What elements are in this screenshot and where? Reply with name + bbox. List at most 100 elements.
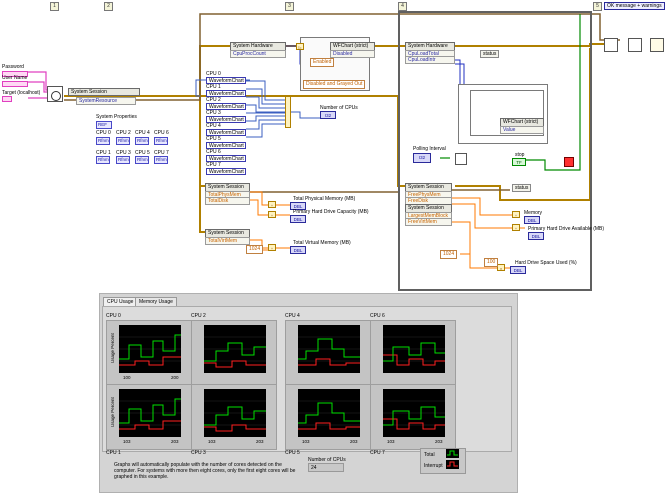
prop-cpu2-ref[interactable]: Rfnm	[116, 137, 130, 145]
build-array-node[interactable]	[285, 96, 291, 128]
usage-percent-axis-label: Usage Percent	[110, 333, 115, 363]
select-primitive: ▷	[296, 43, 304, 50]
total-disk-property: TotalDisk	[205, 197, 250, 205]
cpu-plot-area-6	[298, 389, 360, 437]
interrupt-series-line	[298, 422, 360, 430]
step-2-label: 2	[104, 2, 113, 11]
number-of-cpus-indicator: I32	[320, 111, 336, 119]
divide-primitive-loop-1: ÷	[512, 211, 520, 218]
legend-interrupt-label: Interrupt	[424, 463, 443, 469]
close-session-vi[interactable]	[604, 38, 618, 52]
x-axis-start-label: 103	[387, 439, 395, 444]
divide-primitive-loop-2: ÷	[512, 224, 520, 231]
const-100-loop[interactable]: 100	[484, 258, 499, 267]
prop-cpu6-ref[interactable]: Rfnm	[154, 137, 168, 145]
prop-cpu4-ref[interactable]: Rfnm	[135, 137, 149, 145]
cpu-chart-7[interactable]: 103 203	[370, 384, 456, 450]
chart-title-6: CPU 5	[285, 450, 300, 456]
waveform-chart-ref-1[interactable]: WaveformChart	[206, 90, 246, 97]
polling-interval-control[interactable]: I32	[413, 153, 431, 163]
cpu-chart-0[interactable]: Usage Percent 100 200	[106, 320, 192, 386]
system-session-loop-name-2: System Session	[408, 205, 444, 211]
stop-control[interactable]: TF	[512, 158, 526, 166]
cpu-plot-area-0	[119, 325, 181, 373]
waveform-chart-ref-6[interactable]: WaveformChart	[206, 155, 246, 162]
waveform-chart-ref-2[interactable]: WaveformChart	[206, 103, 246, 110]
disabled-grayed-constant[interactable]: Disabled and Grayed Out	[303, 80, 366, 89]
cpu-chart-1[interactable]	[191, 320, 277, 386]
target-control[interactable]	[2, 96, 12, 102]
legend-total-label: Total	[424, 452, 435, 458]
cpu-plot-area-7	[383, 389, 445, 437]
x-axis-start-label: 103	[302, 439, 310, 444]
step-4-label: 4	[398, 2, 407, 11]
waveform-chart-ref-4[interactable]: WaveformChart	[206, 129, 246, 136]
total-series-line	[204, 406, 266, 426]
cpu-chart-2[interactable]	[285, 320, 371, 386]
polling-interval-label: Polling Interval	[413, 146, 446, 152]
ok-message-label: OK message + warnings	[604, 2, 665, 10]
interrupt-series-line	[204, 424, 266, 432]
enabled-constant[interactable]: Enabled	[310, 58, 335, 67]
prop-cpu1-ref[interactable]: Rfnm	[96, 156, 110, 164]
status-label-top: status	[480, 50, 500, 58]
prop-cpu2-label: CPU 2	[116, 130, 131, 136]
disabled-property-top: Disabled	[330, 50, 375, 58]
wfchart-strict-name-loop: WFChart (strict)	[503, 119, 539, 125]
cpu-proc-count-property: CpuProcCount	[230, 50, 286, 58]
cpu-chart-6[interactable]: 103 203	[285, 384, 371, 450]
system-session-node[interactable]: System Session	[68, 88, 140, 96]
system-session-name: System Session	[71, 89, 107, 95]
divide-primitive-1: ÷	[268, 201, 276, 208]
waveform-chart-ref-3[interactable]: WaveformChart	[206, 116, 246, 123]
chart-title-3: CPU 6	[370, 313, 385, 319]
const-1024-loop[interactable]: 1024	[440, 250, 458, 259]
legend-total-swatch	[446, 449, 459, 458]
wait-timer-icon	[455, 153, 467, 165]
waveform-chart-ref-5[interactable]: WaveformChart	[206, 142, 246, 149]
cpu-plot-svg-7	[383, 400, 445, 430]
number-of-cpus-fp-indicator: 24	[308, 463, 344, 472]
chart-title-0: CPU 0	[106, 313, 121, 319]
const-1024-left[interactable]: 1024	[246, 245, 264, 254]
cpu-plot-area-1	[204, 325, 266, 373]
system-hardware-name-loop: System Hardware	[408, 43, 448, 49]
prop-cpu4-label: CPU 4	[135, 130, 150, 136]
total-series-line	[383, 406, 445, 426]
hard-drive-space-used-indicator: DBL	[510, 266, 526, 274]
legend-swatches	[446, 449, 459, 469]
system-properties-badge[interactable]: REF	[96, 121, 112, 129]
chart-title-4: CPU 1	[106, 450, 121, 456]
note-text: Graphs will automatically populate with …	[114, 462, 296, 480]
chart-title-1: CPU 2	[191, 313, 206, 319]
prop-cpu7-ref[interactable]: Rfnm	[154, 156, 168, 164]
primary-hd-available-indicator: DBL	[528, 232, 544, 240]
system-properties-label: System Properties	[96, 114, 137, 120]
cpu-plot-svg-4	[119, 398, 181, 430]
x-axis-end-label: 203	[256, 439, 264, 444]
prop-cpu5-ref[interactable]: Rfnm	[135, 156, 149, 164]
user-name-control[interactable]	[2, 81, 28, 87]
cpu-chart-4[interactable]: Usage Percent 103 203	[106, 384, 192, 450]
stop-condition-icon	[564, 157, 574, 167]
x-axis-start-label: 103	[123, 439, 131, 444]
cpu-chart-5[interactable]: 103 203	[191, 384, 277, 450]
legend-interrupt-swatch	[446, 460, 459, 469]
simple-error-handler-vi[interactable]	[628, 38, 642, 52]
system-session-loop-name: System Session	[408, 184, 444, 190]
system-resource-property: SystemResource	[76, 97, 136, 105]
waveform-chart-ref-0[interactable]: WaveformChart	[206, 77, 246, 84]
chart-title-2: CPU 4	[285, 313, 300, 319]
waveform-chart-ref-7[interactable]: WaveformChart	[206, 168, 246, 175]
divide-primitive-3: ÷	[268, 244, 276, 251]
prop-cpu3-ref[interactable]: Rfnm	[116, 156, 130, 164]
prop-cpu0-ref[interactable]: Rfnm	[96, 137, 110, 145]
waveform-chart-ref-7-name: WaveformChart	[209, 169, 244, 175]
chart-title-7: CPU 7	[370, 450, 385, 456]
cpu-chart-3[interactable]	[370, 320, 456, 386]
open-session-vi[interactable]	[47, 86, 63, 102]
usage-percent-axis-label: Usage Percent	[110, 397, 115, 427]
x-axis-end-label: 203	[171, 439, 179, 444]
total-series-line	[204, 342, 266, 362]
password-label: Password	[2, 64, 24, 70]
